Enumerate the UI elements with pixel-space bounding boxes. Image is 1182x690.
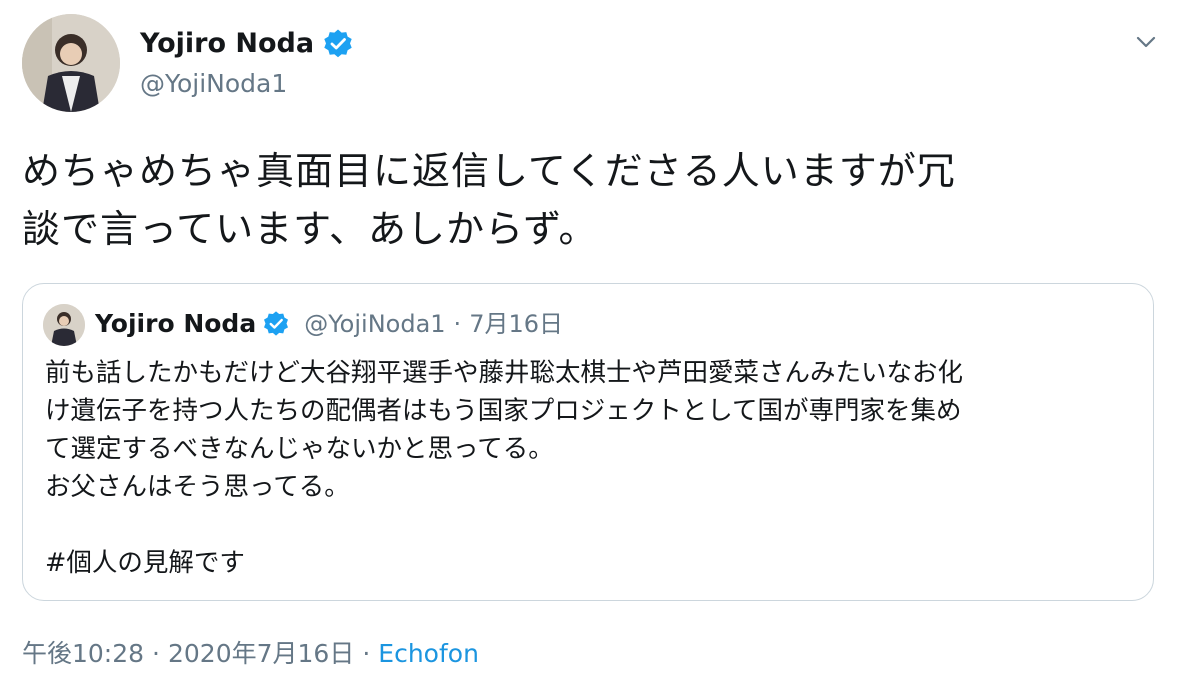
tweet-time[interactable]: 午後10:28 [22,636,144,672]
footer-separator: · [152,639,160,668]
chevron-down-icon[interactable] [1132,28,1160,56]
author-avatar[interactable] [22,14,120,112]
quoted-tweet-text: 前も話したかもだけど大谷翔平選手や藤井聡太棋士や芦田愛菜さんみたいなお化 け遺伝… [45,358,964,578]
footer-separator: · [362,639,371,668]
tweet-date[interactable]: 2020年7月16日 [168,636,354,672]
author-name-text[interactable]: Yojiro Noda [140,26,314,62]
tweet-source-link[interactable]: Echofon [378,636,479,672]
quoted-separator: · [453,310,462,338]
quoted-tweet-header: Yojiro Noda @YojiNoda1 · 7月16日 [95,306,563,342]
quoted-tweet-date: 7月16日 [469,310,563,338]
verified-badge-icon [322,28,354,60]
quoted-author-name: Yojiro Noda [95,309,257,338]
author-handle[interactable]: @YojiNoda1 [140,68,287,100]
verified-badge-icon [262,310,290,338]
quoted-tweet-card[interactable]: Yojiro Noda @YojiNoda1 · 7月16日 前も話したかもだけ… [22,283,1154,601]
quoted-author-handle: @YojiNoda1 [304,310,446,338]
tweet-footer: 午後10:28 · 2020年7月16日 · Echofon [22,636,479,672]
quoted-author-avatar [43,304,85,346]
tweet-text: めちゃめちゃ真面目に返信してくださる人いますが冗 談で言っています、あしからず。 [22,149,956,251]
author-name[interactable]: Yojiro Noda [140,26,354,62]
